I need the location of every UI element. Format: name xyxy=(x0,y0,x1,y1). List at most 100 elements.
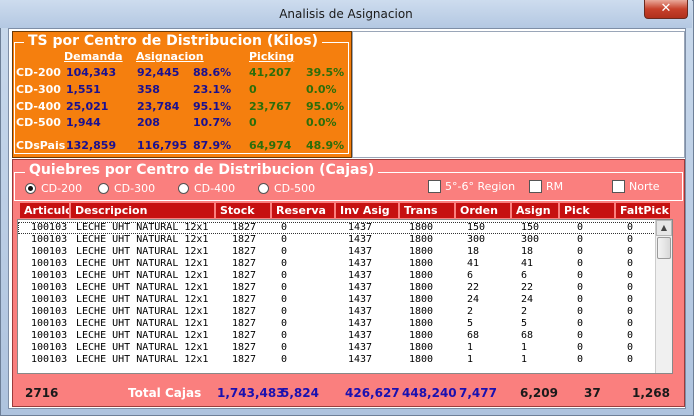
cell-trans: 1800 xyxy=(409,222,434,233)
cell-stock: 1827 xyxy=(232,258,257,269)
summary-picking-pct: 39.5% xyxy=(306,66,345,79)
cell-inv-asig: 1437 xyxy=(348,246,373,257)
radio-icon xyxy=(25,182,36,194)
cell-orden: 2 xyxy=(467,306,474,317)
summary-row-label: CD-500 xyxy=(16,116,61,129)
radio-cd-300[interactable]: CD-300 xyxy=(98,181,155,195)
cell-pick: 0 xyxy=(577,270,584,281)
column-header-reserva[interactable]: Reserva xyxy=(272,203,335,218)
table-row[interactable]: 100103 LECHE UHT NATURAL 12x1 1827 0 1437 180… xyxy=(18,306,656,318)
cell-descripcion: LECHE UHT NATURAL 12x1 xyxy=(76,306,209,317)
cell-trans: 1800 xyxy=(409,330,434,341)
scrollbar-thumb[interactable] xyxy=(657,237,671,259)
summary-row-label: CD-400 xyxy=(16,100,61,113)
summary-demanda: 25,021 xyxy=(66,100,109,113)
cell-pick: 0 xyxy=(577,342,584,353)
cell-orden: 18 xyxy=(467,246,480,257)
cell-articulo: 100103 xyxy=(31,294,68,305)
total-reserva: 5,824 xyxy=(281,386,319,400)
cell-descripcion: LECHE UHT NATURAL 12x1 xyxy=(76,330,209,341)
table-row[interactable]: 100103 LECHE UHT NATURAL 12x1 1827 0 1437 180… xyxy=(18,282,656,294)
summary-row-label: CDsPais xyxy=(16,139,66,152)
vertical-scrollbar[interactable]: ▲ xyxy=(655,220,672,373)
cell-inv-asig: 1437 xyxy=(348,270,373,281)
column-header-stock[interactable]: Stock xyxy=(216,203,271,218)
cell-orden: 22 xyxy=(467,282,480,293)
summary-asignacion-pct: 87.9% xyxy=(193,139,232,152)
column-header-trans[interactable]: Trans xyxy=(400,203,455,218)
column-header-faltpick[interactable]: FaltPick xyxy=(616,203,671,218)
cell-stock: 1827 xyxy=(232,222,257,233)
total-inv-asig: 426,627 xyxy=(345,386,400,400)
checkbox-norte[interactable]: Norte xyxy=(612,179,660,194)
cell-faltpick: 0 xyxy=(627,294,634,305)
table-row[interactable]: 100103 LECHE UHT NATURAL 12x1 1827 0 1437 180… xyxy=(18,258,656,270)
radio-icon xyxy=(98,182,109,194)
cell-articulo: 100103 xyxy=(31,318,68,329)
column-header-descripcion[interactable]: Descripcion xyxy=(71,203,215,218)
cell-reserva: 0 xyxy=(281,318,288,329)
radio-cd-500[interactable]: CD-500 xyxy=(258,181,315,195)
column-header-asign[interactable]: Asign xyxy=(512,203,559,218)
radio-icon xyxy=(258,182,269,194)
cell-reserva: 0 xyxy=(281,330,288,341)
cell-asign: 68 xyxy=(521,330,534,341)
cell-faltpick: 0 xyxy=(627,306,634,317)
table-row[interactable]: 100103 LECHE UHT NATURAL 12x1 1827 0 1437 180… xyxy=(18,234,656,246)
close-button[interactable]: ✕ xyxy=(644,0,688,19)
cell-trans: 1800 xyxy=(409,258,434,269)
total-pick: 37 xyxy=(584,386,601,400)
cell-pick: 0 xyxy=(577,234,584,245)
table-row[interactable]: 100103 LECHE UHT NATURAL 12x1 1827 0 1437 180… xyxy=(18,318,656,330)
cell-asign: 1 xyxy=(521,354,528,365)
radio-cd-400[interactable]: CD-400 xyxy=(178,181,235,195)
column-header-orden[interactable]: Orden xyxy=(456,203,511,218)
cell-inv-asig: 1437 xyxy=(348,282,373,293)
column-header-articulo[interactable]: Articulo xyxy=(20,203,70,218)
checkbox-label: 5°-6° Region xyxy=(445,180,516,193)
cell-trans: 1800 xyxy=(409,342,434,353)
total-count: 2716 xyxy=(25,386,59,400)
cell-inv-asig: 1437 xyxy=(348,330,373,341)
table-row[interactable]: 100103 LECHE UHT NATURAL 12x1 1827 0 1437 180… xyxy=(18,246,656,258)
title-bar[interactable]: Analisis de Asignacion xyxy=(0,0,692,28)
checkbox-label: RM xyxy=(546,180,564,193)
total-trans: 448,240 xyxy=(402,386,457,400)
cell-descripcion: LECHE UHT NATURAL 12x1 xyxy=(76,294,209,305)
summary-asignacion-pct: 10.7% xyxy=(193,116,232,129)
total-faltpick: 1,268 xyxy=(632,386,670,400)
cell-trans: 1800 xyxy=(409,354,434,365)
cell-descripcion: LECHE UHT NATURAL 12x1 xyxy=(76,342,209,353)
column-header-inv-asig[interactable]: Inv Asig xyxy=(336,203,399,218)
table-row[interactable]: 100103 LECHE UHT NATURAL 12x1 1827 0 1437 180… xyxy=(18,354,656,366)
checkbox-5-6-region[interactable]: 5°-6° Region xyxy=(428,179,515,194)
checkbox-label: Norte xyxy=(629,180,660,193)
checkbox-rm[interactable]: RM xyxy=(529,179,563,194)
checkbox-icon xyxy=(428,180,441,193)
table-row[interactable]: 100103 LECHE UHT NATURAL 12x1 1827 0 1437 180… xyxy=(18,330,656,342)
cell-inv-asig: 1437 xyxy=(348,318,373,329)
cell-descripcion: LECHE UHT NATURAL 12x1 xyxy=(76,258,209,269)
cell-trans: 1800 xyxy=(409,318,434,329)
header-demanda: Demanda xyxy=(64,50,123,63)
summary-row-label: CD-300 xyxy=(16,83,61,96)
column-header-pick[interactable]: Pick xyxy=(560,203,615,218)
cell-asign: 41 xyxy=(521,258,534,269)
header-picking: Picking xyxy=(249,50,295,63)
cell-faltpick: 0 xyxy=(627,282,634,293)
cell-inv-asig: 1437 xyxy=(348,258,373,269)
table-row[interactable]: 100103 LECHE UHT NATURAL 12x1 1827 0 1437 180… xyxy=(18,222,656,234)
data-grid[interactable]: 100103 LECHE UHT NATURAL 12x1 1827 0 1437 180… xyxy=(17,219,673,374)
summary-asignacion: 208 xyxy=(137,116,160,129)
table-row[interactable]: 100103 LECHE UHT NATURAL 12x1 1827 0 1437 180… xyxy=(18,270,656,282)
cell-descripcion: LECHE UHT NATURAL 12x1 xyxy=(76,222,209,233)
cell-pick: 0 xyxy=(577,282,584,293)
radio-cd-200[interactable]: CD-200 xyxy=(25,181,82,195)
chevron-up-icon[interactable]: ▲ xyxy=(656,220,672,236)
cell-stock: 1827 xyxy=(232,330,257,341)
cell-asign: 1 xyxy=(521,342,528,353)
table-row[interactable]: 100103 LECHE UHT NATURAL 12x1 1827 0 1437 180… xyxy=(18,342,656,354)
table-row[interactable]: 100103 LECHE UHT NATURAL 12x1 1827 0 1437 180… xyxy=(18,294,656,306)
cell-pick: 0 xyxy=(577,330,584,341)
cell-descripcion: LECHE UHT NATURAL 12x1 xyxy=(76,246,209,257)
